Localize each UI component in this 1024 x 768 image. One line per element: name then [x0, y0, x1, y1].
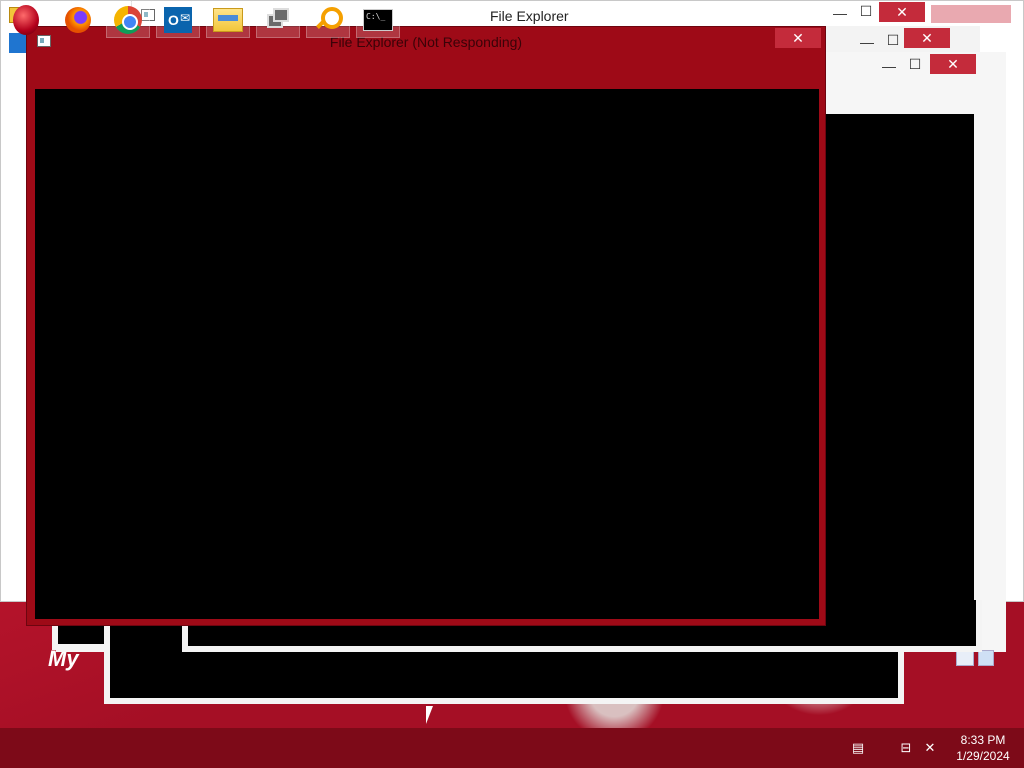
close-button[interactable]: ✕	[904, 28, 950, 48]
folder-icon	[213, 8, 243, 32]
search-icon	[315, 7, 343, 33]
taskbar-outlook[interactable]: O	[156, 2, 200, 38]
taskbar-firefox[interactable]	[56, 2, 100, 38]
taskbar-search[interactable]	[306, 2, 350, 38]
taskbar-task-switcher[interactable]	[256, 2, 300, 38]
window-title: File Explorer	[490, 8, 569, 24]
inactive-caption-buttons[interactable]	[931, 5, 1011, 23]
minimize-button[interactable]: —	[854, 32, 880, 52]
firefox-icon	[65, 7, 91, 33]
maximize-button[interactable]: ☐	[853, 1, 879, 21]
maximize-button[interactable]: ☐	[902, 54, 928, 74]
minimize-button[interactable]: —	[827, 3, 853, 23]
chrome-icon	[114, 6, 142, 34]
window-switch-icon	[265, 8, 291, 32]
taskbar-file-explorer[interactable]	[206, 2, 250, 38]
volume-muted-icon[interactable]: ✕	[922, 740, 938, 756]
minimize-button[interactable]: —	[876, 56, 902, 76]
maximize-button[interactable]: ☐	[880, 30, 906, 50]
close-button[interactable]: ✕	[930, 54, 976, 74]
network-icon[interactable]: ⊟	[898, 740, 914, 756]
start-button[interactable]	[4, 2, 48, 38]
unpainted-content-area	[35, 89, 819, 619]
large-icons-view-icon[interactable]	[978, 650, 994, 666]
taskbar-command-prompt[interactable]: C:\_	[356, 2, 400, 38]
clock-time: 8:33 PM	[960, 733, 1006, 747]
taskbar-clock[interactable]: 8:33 PM 1/29/2024	[948, 732, 1018, 766]
details-view-icon[interactable]	[956, 650, 974, 666]
close-button[interactable]: ✕	[775, 28, 821, 48]
close-button[interactable]: ✕	[879, 2, 925, 22]
file-explorer-not-responding-window[interactable]: File Explorer (Not Responding) ✕	[26, 26, 826, 626]
action-center-icon[interactable]: ▤	[850, 740, 866, 756]
taskbar-chrome[interactable]	[106, 2, 150, 38]
taskbar	[0, 728, 1024, 768]
start-orb-icon	[13, 5, 39, 35]
mouse-cursor-icon	[426, 706, 433, 724]
clock-date: 1/29/2024	[956, 749, 1010, 763]
cmd-icon: C:\_	[363, 9, 393, 31]
outlook-icon: O	[164, 7, 192, 33]
unpainted-content-area	[826, 114, 974, 642]
